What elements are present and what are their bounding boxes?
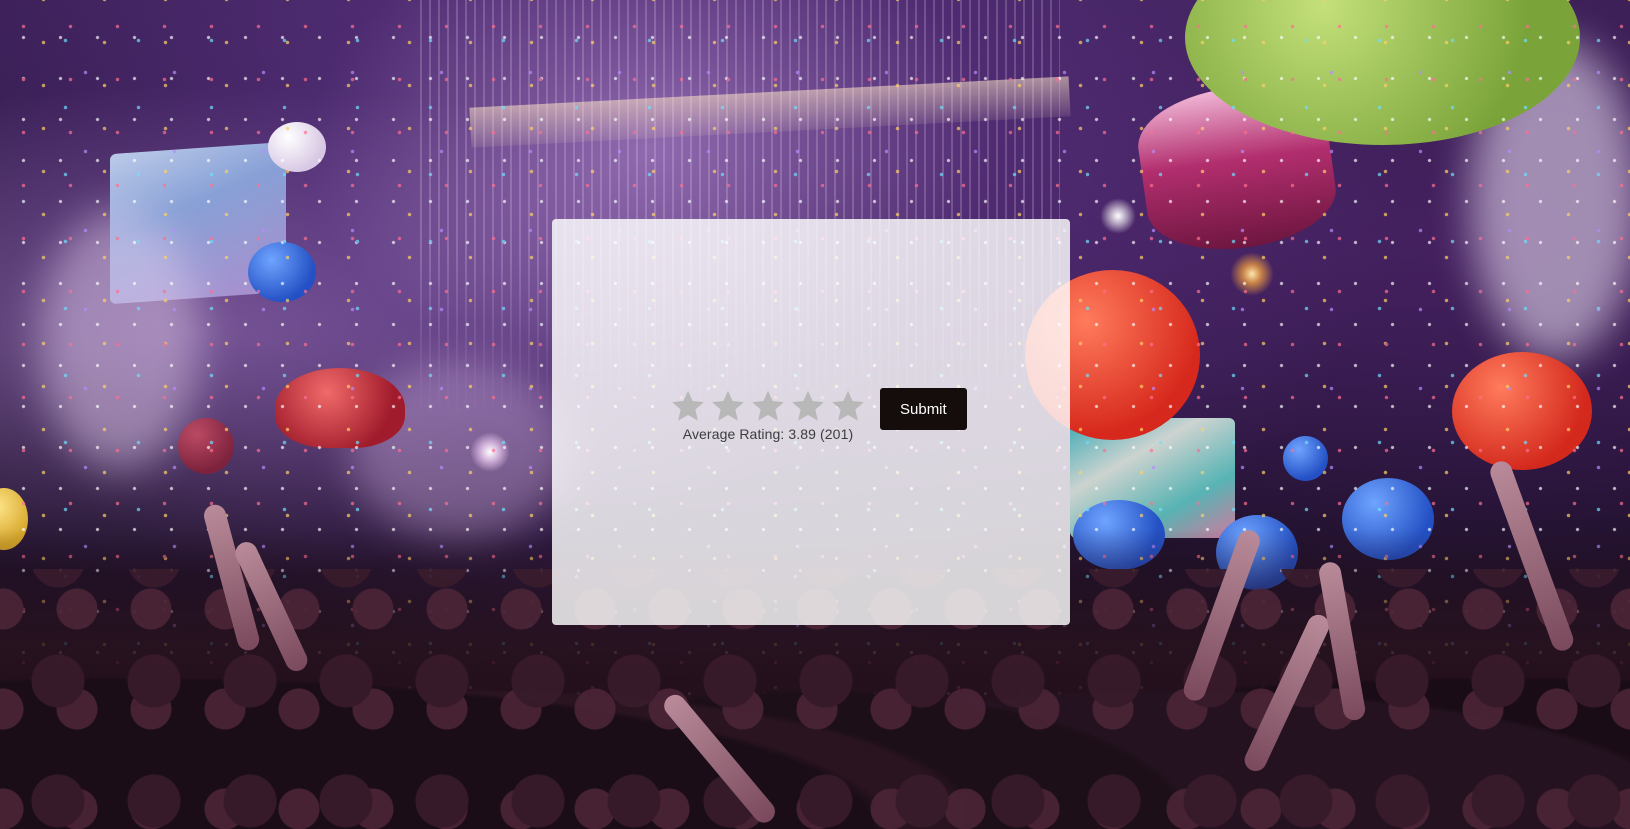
star-icon[interactable] [710, 388, 746, 424]
rating-column: Average Rating: 3.89 (201) [670, 386, 866, 442]
rating-widget: Average Rating: 3.89 (201) Submit [670, 386, 967, 442]
star-icon[interactable] [750, 388, 786, 424]
star-icon[interactable] [790, 388, 826, 424]
star-rating-input [670, 386, 866, 426]
star-icon[interactable] [830, 388, 866, 424]
rating-card: Average Rating: 3.89 (201) Submit [552, 219, 1070, 625]
submit-button[interactable]: Submit [880, 388, 967, 430]
average-rating-text: Average Rating: 3.89 (201) [682, 426, 854, 442]
star-icon[interactable] [670, 388, 706, 424]
concert-background-image: Average Rating: 3.89 (201) Submit [0, 0, 1630, 829]
